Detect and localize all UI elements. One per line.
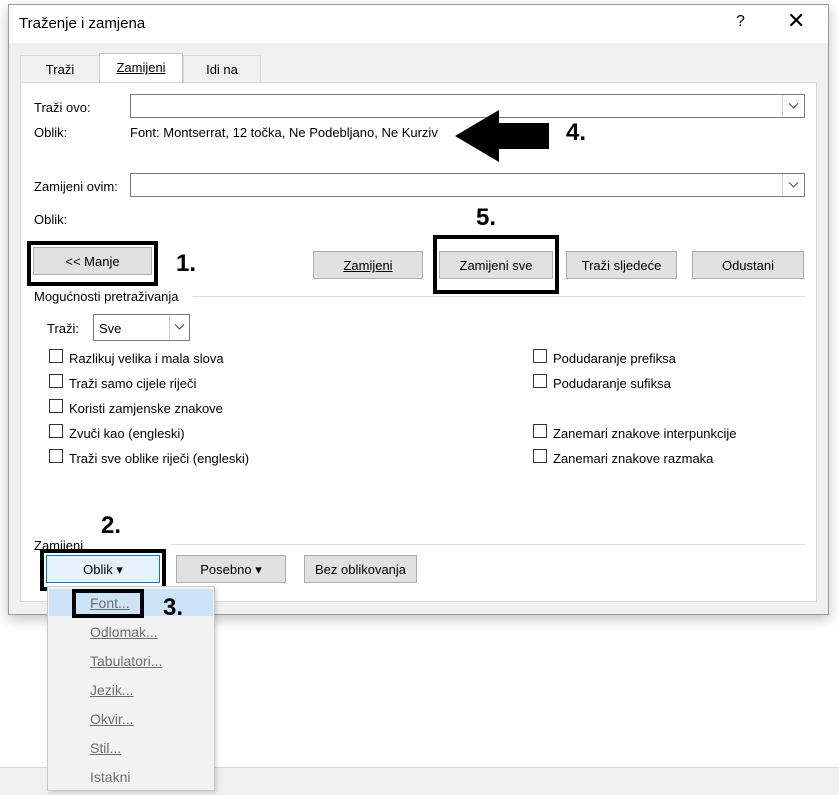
annotation-1: 1. — [176, 250, 197, 277]
checkbox[interactable] — [49, 449, 63, 463]
menu-item-tabs[interactable]: Tabulatori... — [90, 653, 162, 669]
find-replace-dialog: Traženje i zamjena ? ✕ Traži Zamijeni Id… — [8, 4, 829, 615]
chevron-down-icon — [788, 98, 799, 109]
annotation-4: 4. — [566, 119, 587, 146]
special-button[interactable]: Posebno ▾ — [176, 555, 286, 583]
menu-item-style[interactable]: Stil... — [90, 740, 121, 756]
replace-tab-panel: Traži ovo: Oblik: Font: Montserrat, 12 t… — [20, 82, 817, 602]
less-button-label: << Manje — [65, 254, 120, 269]
checkbox[interactable] — [49, 399, 63, 413]
tab-goto-label: Idi na — [206, 62, 238, 77]
menu-item-paragraph[interactable]: Odlomak... — [90, 624, 158, 640]
find-format-label: Oblik: — [34, 125, 68, 140]
replace-button[interactable]: Zamijeni — [313, 251, 423, 279]
search-options-divider — [193, 296, 805, 297]
tab-find-label: Traži — [45, 62, 75, 77]
no-formatting-button[interactable]: Bez oblikovanja — [304, 555, 417, 583]
close-icon[interactable]: ✕ — [787, 10, 805, 32]
special-button-label: Posebno ▾ — [200, 562, 262, 577]
menu-item-highlight-text[interactable]: Istakni — [90, 769, 130, 785]
annotation-2: 2. — [101, 512, 122, 539]
option-label: Traži samo cijele riječi — [69, 376, 197, 391]
format-button-label: Oblik ▾ — [83, 562, 123, 577]
search-direction-select[interactable]: Sve — [93, 314, 190, 341]
option-label: Podudaranje sufiksa — [553, 376, 671, 391]
checkbox[interactable] — [533, 349, 547, 363]
replace-all-button[interactable]: Zamijeni sve — [439, 251, 553, 279]
annotation-5: 5. — [476, 204, 497, 231]
format-button[interactable]: Oblik ▾ — [46, 555, 160, 583]
search-direction-value: Sve — [99, 321, 122, 336]
option-label: Razlikuj velika i mala slova — [69, 351, 224, 366]
tab-replace-label: Zamijeni — [116, 60, 166, 75]
option-label: Podudaranje prefiksa — [553, 351, 676, 366]
no-formatting-button-label: Bez oblikovanja — [314, 562, 407, 577]
find-dropdown-arrow[interactable] — [782, 95, 804, 117]
checkbox[interactable] — [533, 424, 547, 438]
replace-section-divider — [171, 544, 805, 545]
less-button[interactable]: << Manje — [33, 247, 152, 275]
find-next-button[interactable]: Traži sljedeće — [566, 251, 677, 279]
checkbox[interactable] — [49, 424, 63, 438]
arrow-left-icon — [455, 110, 549, 162]
find-format-value: Font: Montserrat, 12 točka, Ne Podebljan… — [130, 125, 438, 140]
help-button[interactable]: ? — [736, 13, 745, 31]
search-options-label: Mogućnosti pretraživanja — [34, 289, 179, 304]
find-next-button-label: Traži sljedeće — [581, 258, 662, 273]
replace-format-label: Oblik: — [34, 212, 68, 227]
tab-goto[interactable]: Idi na — [183, 55, 261, 82]
checkbox[interactable] — [533, 449, 547, 463]
option-label: Traži sve oblike riječi (engleski) — [69, 451, 250, 466]
menu-item-frame[interactable]: Okvir... — [90, 711, 134, 727]
cancel-button-label: Odustani — [721, 258, 775, 273]
replace-label: Zamijeni ovim: — [34, 179, 118, 194]
option-label: Zanemari znakove razmaka — [553, 451, 714, 466]
replace-button-label: Zamijeni — [343, 258, 393, 273]
replace-all-button-label: Zamijeni sve — [459, 258, 533, 273]
chevron-down-icon — [174, 319, 185, 330]
checkbox[interactable] — [49, 349, 63, 363]
option-label: Zvuči kao (engleski) — [69, 426, 185, 441]
checkbox[interactable] — [49, 374, 63, 388]
menu-item-language[interactable]: Jezik... — [90, 682, 134, 698]
option-label: Koristi zamjenske znakove — [69, 401, 223, 416]
find-label: Traži ovo: — [34, 100, 91, 115]
replace-dropdown-arrow[interactable] — [782, 174, 804, 196]
chevron-down-icon — [788, 177, 799, 188]
title-bar: Traženje i zamjena ? ✕ — [9, 5, 828, 43]
tab-find[interactable]: Traži — [20, 55, 100, 82]
annotation-3: 3. — [163, 594, 184, 621]
search-direction-label: Traži: — [47, 321, 80, 336]
search-direction-arrow[interactable] — [169, 315, 189, 340]
highlight-font-menu-item — [72, 589, 144, 618]
dialog-title: Traženje i zamjena — [19, 15, 146, 32]
cancel-button[interactable]: Odustani — [692, 251, 804, 279]
tab-replace[interactable]: Zamijeni — [99, 53, 183, 82]
replace-input[interactable] — [130, 173, 805, 197]
checkbox[interactable] — [533, 374, 547, 388]
option-label: Zanemari znakove interpunkcije — [553, 426, 737, 441]
